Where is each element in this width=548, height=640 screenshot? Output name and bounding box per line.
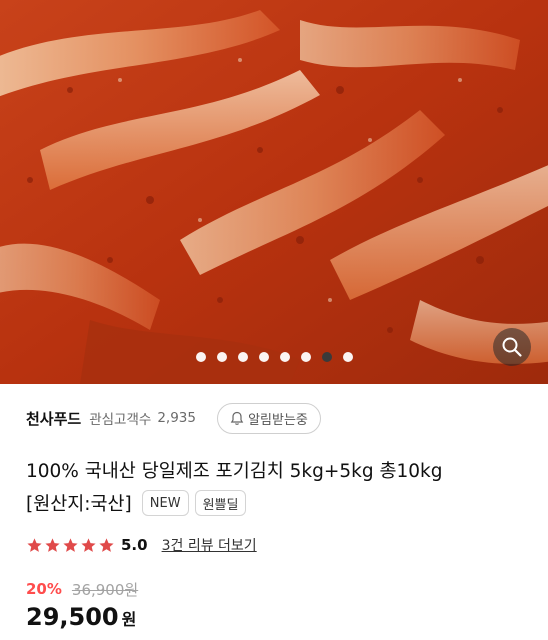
product-origin: [원산지:국산] <box>26 494 132 515</box>
carousel-dot[interactable] <box>342 352 353 362</box>
carousel-dot[interactable] <box>300 352 311 362</box>
carousel-dot[interactable] <box>279 352 290 362</box>
carousel-dot[interactable] <box>237 352 248 362</box>
product-title-line2: [원산지:국산] NEW 원쁠딜 <box>26 487 247 519</box>
seller-name[interactable]: 천사푸드 <box>26 408 81 429</box>
product-photo <box>0 0 548 384</box>
product-title: 100% 국내산 당일제조 포기김치 5kg+5kg 총10kg <box>26 461 443 482</box>
product-image-carousel[interactable] <box>0 0 548 384</box>
carousel-dot[interactable] <box>216 352 227 362</box>
star-icon <box>99 537 114 552</box>
discount-rate: 20% <box>26 580 62 598</box>
alert-subscribe-button[interactable]: 알림받는중 <box>217 403 321 434</box>
carousel-dot[interactable] <box>321 352 332 362</box>
star-icon <box>63 537 78 552</box>
star-rating <box>26 537 115 554</box>
original-price: 36,900원 <box>71 580 139 599</box>
star-icon <box>27 537 42 552</box>
seller-info: 천사푸드 관심고객수 2,935 <box>26 403 196 433</box>
fav-label: 관심고객수 <box>89 412 152 428</box>
carousel-dot[interactable] <box>195 352 206 362</box>
carousel-dot[interactable] <box>258 352 269 362</box>
sale-price-row: 29,500 원 <box>26 603 136 637</box>
bell-icon <box>230 411 244 425</box>
sale-price: 29,500 <box>26 603 119 631</box>
tag-new: NEW <box>141 490 189 516</box>
rating-row: 5.0 3건 리뷰 더보기 <box>26 532 257 558</box>
star-icon <box>45 537 60 552</box>
currency-unit: 원 <box>121 610 137 629</box>
star-icon <box>81 537 96 552</box>
zoom-button[interactable] <box>493 328 531 366</box>
tag-one-plus-deal: 원쁠딜 <box>194 490 247 516</box>
reviews-link[interactable]: 3건 리뷰 더보기 <box>162 535 257 555</box>
discount-row: 20% 36,900원 <box>26 577 138 601</box>
search-icon <box>502 337 522 357</box>
fav-count: 2,935 <box>157 410 196 426</box>
alert-label: 알림받는중 <box>248 413 308 428</box>
rating-score: 5.0 <box>121 536 148 554</box>
